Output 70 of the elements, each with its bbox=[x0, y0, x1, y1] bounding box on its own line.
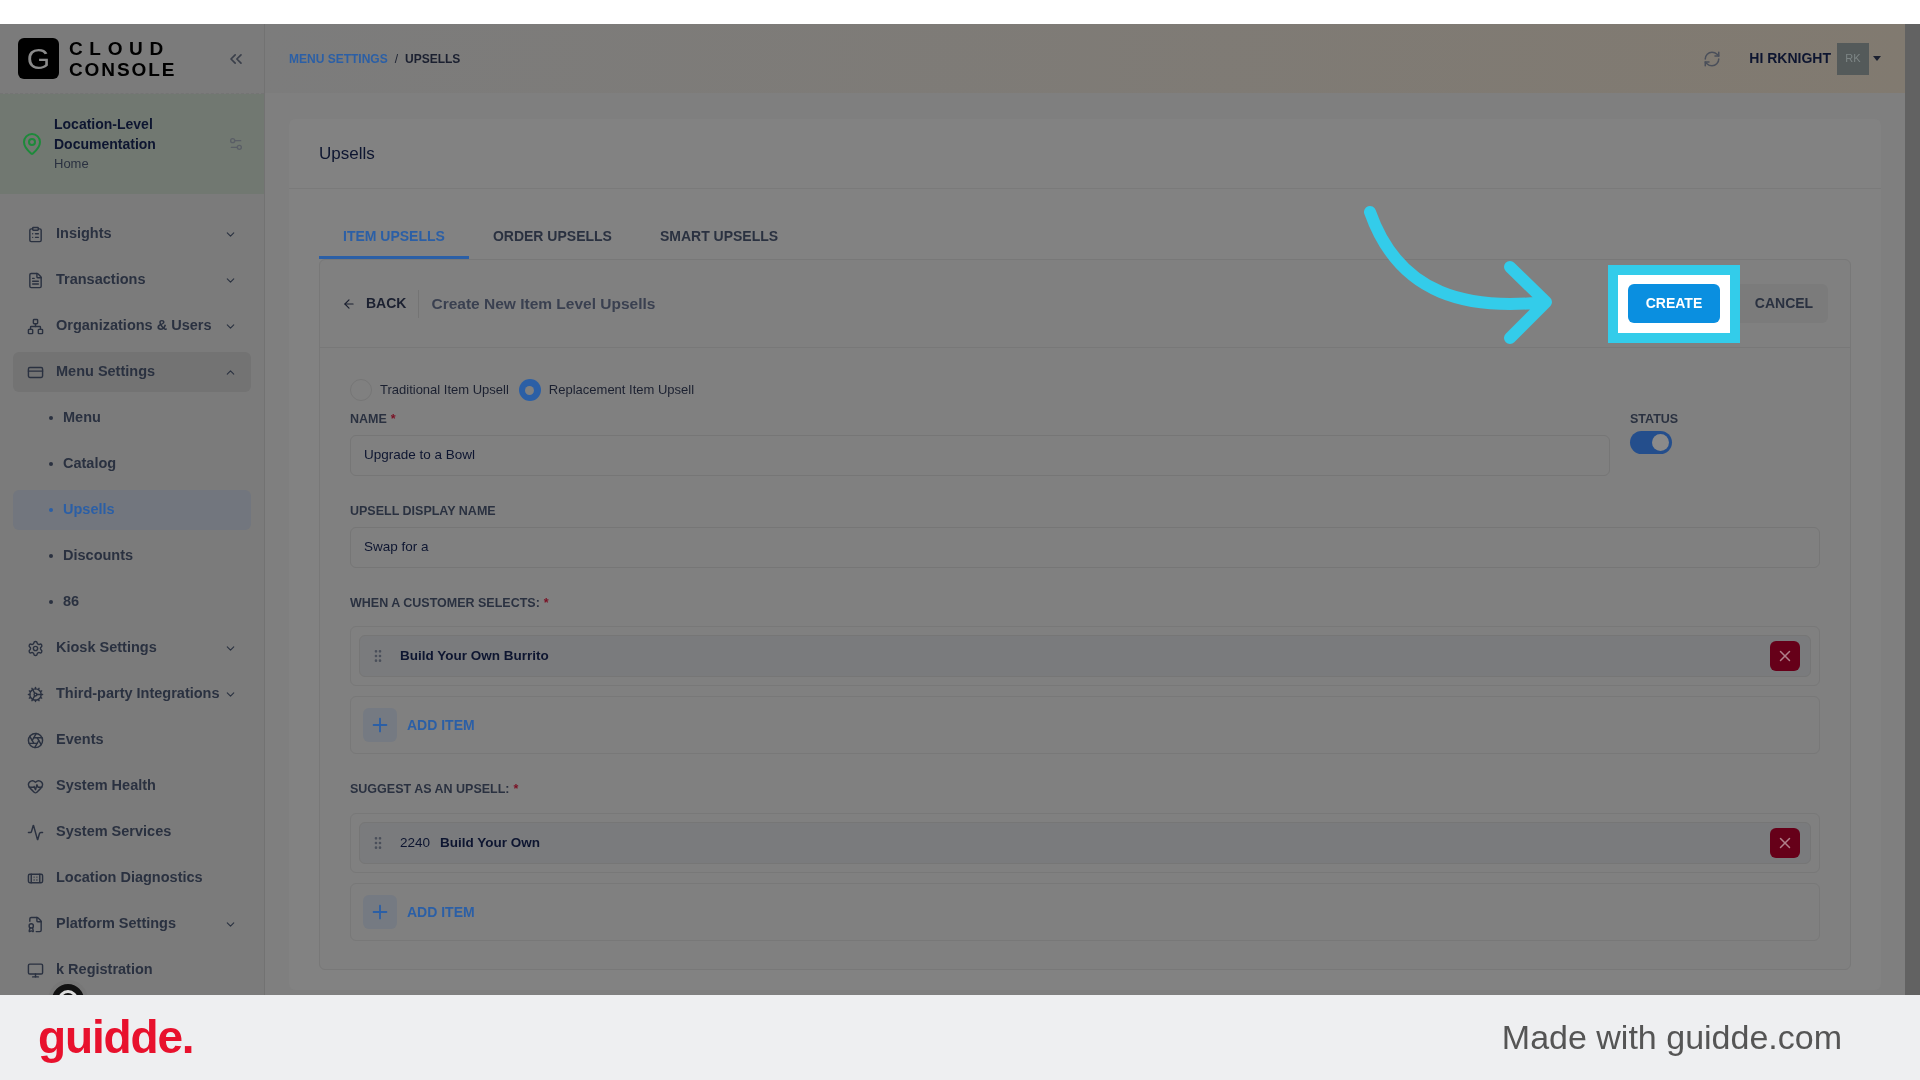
cancel-button[interactable]: CANCEL bbox=[1740, 284, 1828, 323]
required-mark: * bbox=[513, 782, 519, 797]
required-mark: * bbox=[543, 595, 549, 610]
nav-item[interactable]: Transactions bbox=[13, 260, 251, 300]
add-item-button[interactable]: ADD ITEM bbox=[363, 708, 475, 743]
field-label: UPSELL DISPLAY NAME bbox=[350, 502, 497, 520]
location-pin-icon bbox=[20, 132, 44, 156]
nav-item[interactable]: Menu Settings bbox=[13, 352, 251, 392]
nav-item[interactable]: Third-party Integrations bbox=[13, 674, 251, 714]
nav-item[interactable]: System Services bbox=[13, 812, 251, 852]
brand-logo-text: guidde. bbox=[38, 1010, 194, 1065]
add-item-button[interactable]: ADD ITEM bbox=[363, 895, 475, 929]
user-greeting: HI RKNIGHT bbox=[1749, 49, 1831, 68]
tab[interactable]: SMART UPSELLS bbox=[635, 217, 803, 259]
logo-text: CONSOLE bbox=[69, 58, 177, 80]
field-label: NAME * bbox=[350, 411, 397, 428]
hierarchy-icon bbox=[27, 317, 44, 335]
monitor-icon bbox=[27, 961, 44, 979]
nav-item[interactable]: Insights bbox=[13, 214, 251, 254]
remove-button[interactable] bbox=[1770, 828, 1800, 858]
status-toggle[interactable] bbox=[1630, 430, 1672, 454]
pulse-icon bbox=[27, 823, 44, 841]
refresh-icon[interactable] bbox=[1703, 49, 1722, 68]
remove-button[interactable] bbox=[1770, 641, 1800, 672]
heart-icon bbox=[27, 777, 44, 795]
location-subtitle: Home bbox=[54, 155, 90, 174]
breadcrumb-separator: / bbox=[394, 50, 398, 68]
location-panel[interactable]: Location-Level Documentation Home bbox=[0, 94, 264, 194]
tab[interactable]: ORDER UPSELLS bbox=[468, 217, 636, 259]
logo-text: CLOUD bbox=[69, 37, 171, 59]
scrollbar[interactable] bbox=[1905, 24, 1920, 995]
cog-icon bbox=[27, 685, 44, 703]
logo-mark: G bbox=[18, 38, 59, 79]
nav-item[interactable]: k Registration bbox=[13, 950, 251, 990]
nav-subitem[interactable]: Discounts bbox=[13, 536, 251, 576]
section-label: SUGGEST AS AN UPSELL: * bbox=[350, 781, 520, 799]
section-label: WHEN A CUSTOMER SELECTS: * bbox=[350, 594, 550, 612]
create-button[interactable]: CREATE bbox=[1628, 284, 1720, 323]
item-name: Build Your Own Burrito bbox=[400, 647, 549, 666]
nav-item[interactable]: Events bbox=[13, 720, 251, 760]
document-icon bbox=[27, 915, 44, 933]
credit-text: Made with guidde.com bbox=[1501, 1017, 1842, 1058]
display-name-input[interactable]: Swap for a bbox=[350, 526, 1820, 568]
radio-label: Replacement Item Upsell bbox=[548, 381, 695, 400]
aperture-icon bbox=[27, 731, 44, 749]
page-title: Upsells bbox=[319, 142, 375, 165]
breadcrumb-current: UPSELLS bbox=[405, 50, 461, 68]
nav-item[interactable]: Organizations & Users bbox=[13, 306, 251, 346]
radio-button[interactable] bbox=[518, 379, 541, 401]
nav-subitem[interactable]: Menu bbox=[13, 398, 251, 438]
plus-icon bbox=[363, 708, 397, 743]
location-name: Location-Level Documentation bbox=[54, 115, 157, 155]
back-button[interactable]: BACK bbox=[342, 289, 420, 318]
clipboard-icon bbox=[27, 225, 44, 243]
item-name: Build Your Own bbox=[440, 833, 541, 852]
nav-item[interactable]: System Health bbox=[13, 766, 251, 806]
required-mark: * bbox=[390, 412, 396, 426]
nav-item[interactable]: Platform Settings bbox=[13, 904, 251, 944]
document-icon bbox=[27, 271, 44, 289]
form-title: Create New Item Level Upsells bbox=[431, 293, 656, 314]
plus-icon bbox=[363, 895, 397, 929]
nav-item[interactable]: Location Diagnostics bbox=[13, 858, 251, 898]
nav-subitem[interactable]: 86 bbox=[13, 582, 251, 622]
radio-label: Traditional Item Upsell bbox=[380, 381, 509, 400]
dropdown-caret-icon[interactable] bbox=[1873, 56, 1881, 61]
nav-item[interactable]: Kiosk Settings bbox=[13, 628, 251, 668]
nav-subitem[interactable]: Catalog bbox=[13, 444, 251, 484]
item-code: 2240 bbox=[400, 833, 431, 852]
name-input[interactable]: Upgrade to a Bowl bbox=[350, 434, 1610, 476]
status-label: STATUS bbox=[1630, 411, 1680, 428]
